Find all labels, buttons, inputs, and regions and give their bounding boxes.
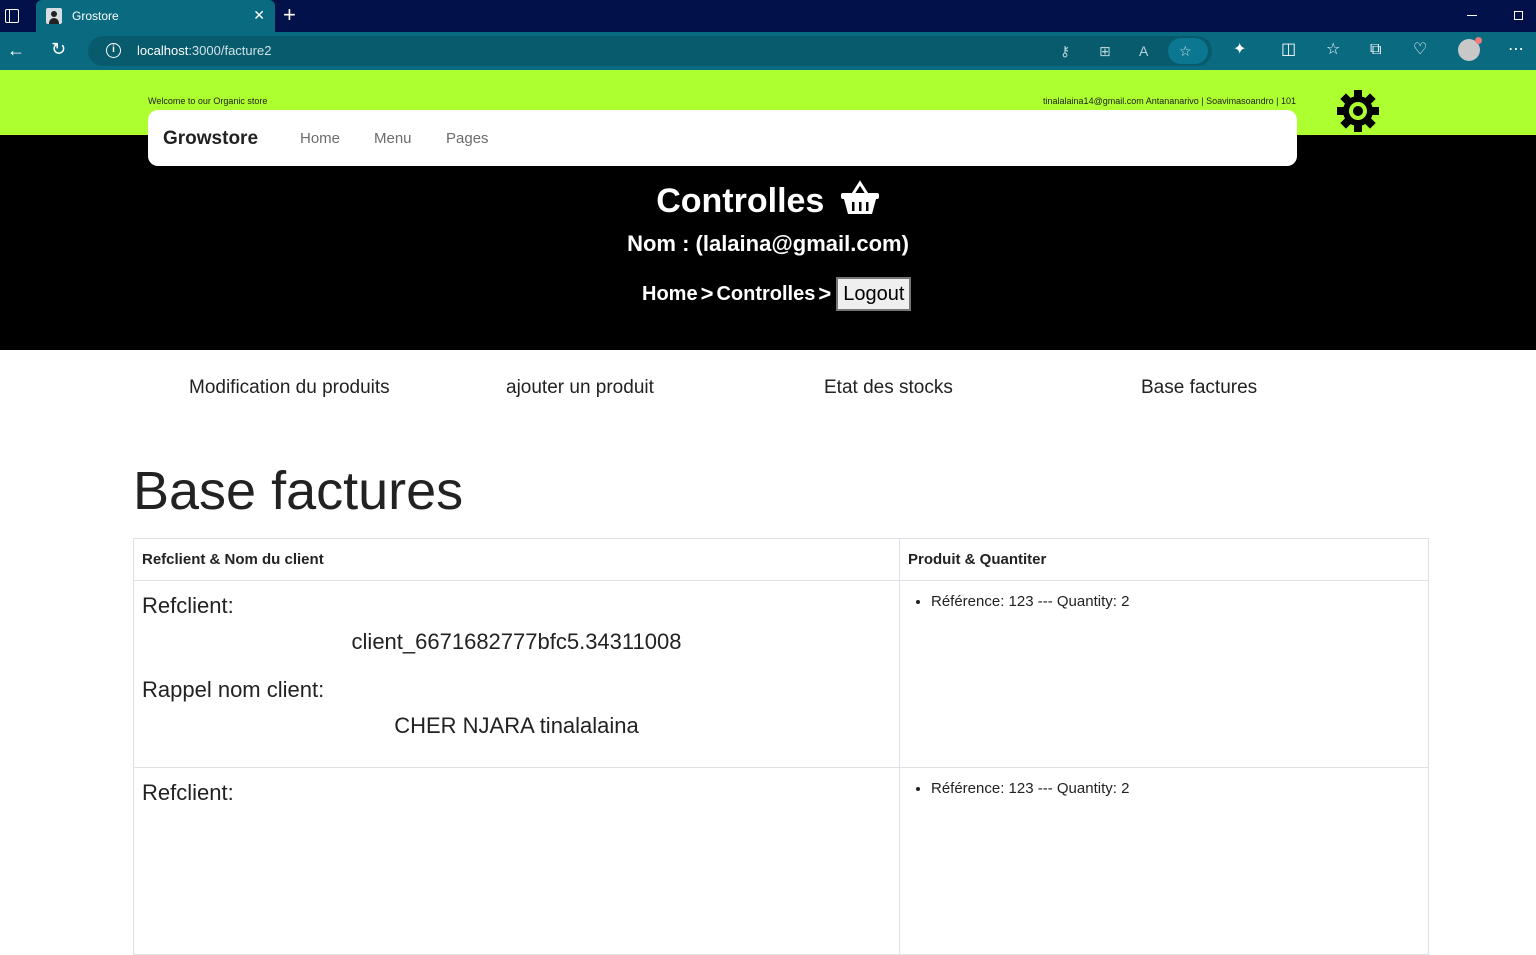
menu-link-stock[interactable]: Etat des stocks (824, 377, 953, 399)
client-cell: Refclient: (133, 767, 900, 955)
menu-link-modification[interactable]: Modification du produits (189, 377, 390, 399)
refclient-value: client_6671682777bfc5.34311008 (351, 629, 682, 654)
new-tab-icon[interactable]: + (283, 4, 296, 26)
restore-icon[interactable] (1514, 11, 1523, 20)
client-name-value: CHER NJARA tinalalaina (394, 713, 639, 738)
breadcrumb: Home > Controlles > Logout (642, 277, 912, 311)
profile-avatar[interactable] (1458, 37, 1482, 61)
browser-tab-active[interactable]: Grostore ✕ (36, 0, 275, 32)
invoice-table: Refclient & Nom du client Produit & Quan… (133, 538, 1429, 955)
logout-button[interactable]: Logout (836, 277, 912, 311)
products-cell: Référence: 123 --- Quantity: 2 (899, 767, 1429, 955)
tab-actions-icon[interactable] (5, 9, 19, 23)
back-icon[interactable]: ← (7, 41, 25, 59)
column-header-products: Produit & Quantiter (899, 538, 1429, 581)
breadcrumb-controlles[interactable]: Controlles (716, 283, 815, 306)
tab-title: Grostore (72, 9, 119, 23)
breadcrumb-separator: > (700, 281, 714, 306)
menu-link-add-product[interactable]: ajouter un produit (506, 377, 654, 399)
basket-icon (840, 180, 879, 214)
info-icon[interactable]: i (106, 43, 121, 58)
favorite-button[interactable]: ☆ (1168, 38, 1208, 64)
nav-link-pages[interactable]: Pages (446, 130, 489, 147)
url-text[interactable]: localhost:3000/facture2 (137, 43, 271, 58)
reload-icon[interactable]: ↻ (51, 40, 66, 58)
product-list: Référence: 123 --- Quantity: 2 (908, 780, 1420, 798)
key-icon[interactable]: ⚷ (1060, 43, 1070, 59)
url-host: localhost (137, 43, 189, 58)
address-bar[interactable]: i localhost:3000/facture2 ⚷ ⊞ A ☆ (88, 36, 1212, 66)
browser-tab-bar: Grostore ✕ + (0, 0, 1536, 32)
close-icon[interactable]: ✕ (253, 7, 265, 23)
list-item: Référence: 123 --- Quantity: 2 (931, 593, 1420, 611)
collections-icon[interactable]: ⧉ (1370, 41, 1381, 59)
breadcrumb-home[interactable]: Home (642, 283, 698, 306)
menu-link-invoices[interactable]: Base factures (1141, 377, 1257, 399)
hero-title: Controlles (0, 180, 1536, 221)
app-icon[interactable]: ⊞ (1099, 43, 1111, 59)
site-navbar: Growstore Home Menu Pages (148, 110, 1297, 166)
refclient-label: Refclient: (142, 593, 234, 618)
favicon-icon (46, 8, 62, 24)
table-row: Refclient: Référence: 123 --- Quantity: … (133, 767, 1429, 955)
nav-link-home[interactable]: Home (300, 130, 340, 147)
breadcrumb-separator: > (818, 281, 832, 306)
column-header-client: Refclient & Nom du client (133, 538, 900, 581)
client-name-label: Rappel nom client: (142, 677, 325, 702)
table-header-row: Refclient & Nom du client Produit & Quan… (133, 538, 1429, 581)
browser-toolbar: ← ↻ i localhost:3000/facture2 ⚷ ⊞ A ☆ ✦ … (0, 32, 1536, 70)
more-icon[interactable]: ⋯ (1508, 41, 1524, 59)
split-screen-icon[interactable]: ◫ (1281, 41, 1296, 59)
products-cell: Référence: 123 --- Quantity: 2 (899, 580, 1429, 768)
hero-title-text: Controlles (656, 182, 825, 220)
nav-link-menu[interactable]: Menu (374, 130, 412, 147)
table-row: Refclient: client_6671682777bfc5.3431100… (133, 580, 1429, 768)
extensions-icon[interactable]: ✦ (1233, 41, 1246, 59)
read-aloud-icon[interactable]: A (1139, 43, 1148, 59)
minimize-icon[interactable] (1467, 15, 1477, 16)
contact-info: tinalalaina14@gmail.com Antananarivo | S… (1043, 96, 1296, 106)
refclient-label: Refclient: (142, 780, 234, 805)
welcome-text: Welcome to our Organic store (148, 96, 268, 106)
browser-essentials-icon[interactable]: ♡ (1413, 41, 1427, 59)
url-path: :3000/facture2 (188, 43, 272, 58)
product-list: Référence: 123 --- Quantity: 2 (908, 593, 1420, 611)
page-title: Base factures (133, 461, 464, 521)
gear-icon[interactable] (1334, 87, 1382, 135)
client-cell: Refclient: client_6671682777bfc5.3431100… (133, 580, 900, 768)
star-icon: ☆ (1179, 43, 1192, 59)
list-item: Référence: 123 --- Quantity: 2 (931, 780, 1420, 798)
favorites-icon[interactable]: ☆ (1326, 41, 1340, 59)
brand-logo[interactable]: Growstore (163, 128, 258, 150)
user-name-line: Nom : (lalaina@gmail.com) (627, 231, 909, 256)
